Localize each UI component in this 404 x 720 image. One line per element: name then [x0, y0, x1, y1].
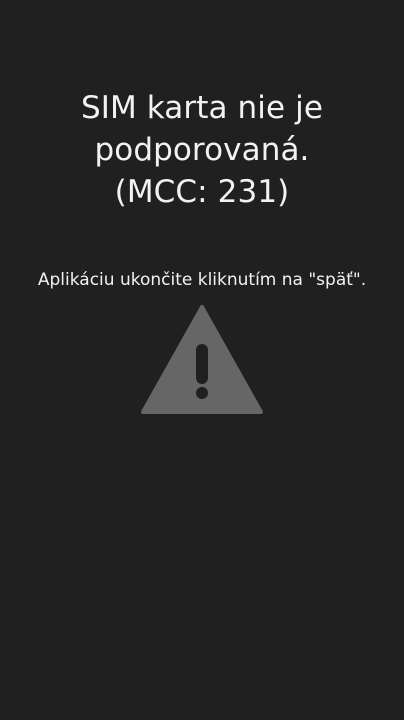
warning-icon — [141, 305, 263, 414]
error-title-line-2: podporovaná. — [94, 131, 310, 168]
error-title: SIM karta nie je podporovaná. (MCC: 231) — [0, 87, 404, 213]
error-title-line-3: (MCC: 231) — [114, 173, 290, 210]
error-screen: SIM karta nie je podporovaná. (MCC: 231)… — [0, 0, 404, 720]
exit-instruction: Aplikáciu ukončite kliknutím na "späť". — [37, 270, 367, 290]
exclamation-dot — [196, 387, 208, 399]
error-title-line-1: SIM karta nie je — [80, 89, 324, 126]
exclamation-stem — [196, 344, 208, 384]
